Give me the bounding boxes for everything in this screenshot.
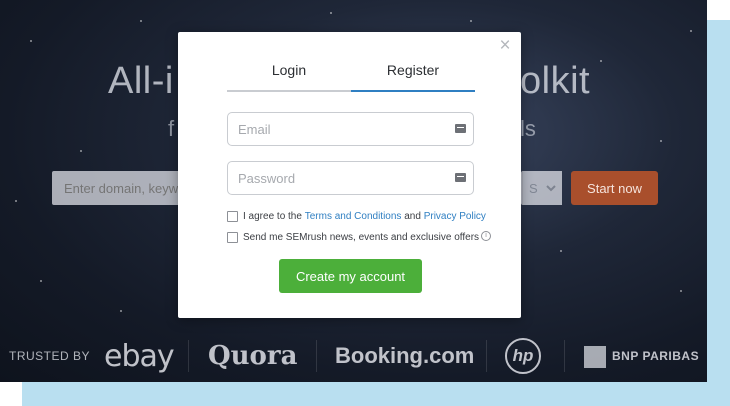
hero-subtitle-left: f [168, 116, 175, 141]
email-field [227, 112, 474, 146]
ebay-logo: ebay [104, 338, 175, 374]
terms-and-text: and [404, 211, 421, 222]
password-input[interactable] [228, 162, 448, 194]
hp-logo: hp [505, 338, 541, 374]
autofill-card-icon[interactable] [455, 173, 466, 182]
create-account-button[interactable]: Create my account [279, 259, 422, 293]
hero-title-left: All-i [108, 60, 174, 102]
privacy-policy-link[interactable]: Privacy Policy [424, 211, 486, 222]
newsletter-label: Send me SEMrush news, events and exclusi… [243, 232, 480, 243]
hero-title-right: olkit [520, 60, 591, 102]
register-modal: × Login Register I agree to the Terms an… [178, 32, 521, 318]
terms-checkbox[interactable] [227, 211, 238, 222]
email-input[interactable] [228, 113, 448, 145]
quora-logo: Quora [208, 341, 298, 371]
autofill-card-icon[interactable] [455, 124, 466, 133]
hero-subtitle-right: ls [520, 116, 536, 141]
auth-tabs: Login Register [227, 60, 475, 92]
logo-divider [564, 340, 565, 372]
close-icon[interactable]: × [497, 35, 513, 57]
password-field [227, 161, 474, 195]
terms-link[interactable]: Terms and Conditions [305, 211, 402, 222]
terms-agreement-row: I agree to the Terms and Conditions and … [227, 211, 486, 222]
newsletter-row: Send me SEMrush news, events and exclusi… [227, 230, 492, 243]
tab-login[interactable]: Login [227, 60, 351, 92]
chevron-down-icon [546, 184, 556, 191]
trusted-by-logos: TRUSTED BY ebay Quora Booking.com hp BNP… [0, 332, 707, 380]
booking-logo: Booking.com [335, 343, 475, 368]
logo-divider [486, 340, 487, 372]
logo-divider [316, 340, 317, 372]
hp-logo-text: hp [512, 346, 534, 365]
trusted-by-label: TRUSTED BY [9, 349, 91, 363]
start-now-button[interactable]: Start now [571, 171, 658, 205]
newsletter-checkbox[interactable] [227, 232, 238, 243]
tab-register[interactable]: Register [351, 60, 475, 92]
info-icon[interactable]: i [481, 230, 492, 241]
bnp-paribas-logo: BNP PARIBAS [612, 349, 700, 363]
terms-prefix-text: I agree to the [243, 211, 302, 222]
database-select[interactable]: S [522, 171, 562, 205]
database-select-value: S [529, 180, 538, 196]
bnp-paribas-mark-icon [584, 346, 606, 368]
logo-divider [188, 340, 189, 372]
